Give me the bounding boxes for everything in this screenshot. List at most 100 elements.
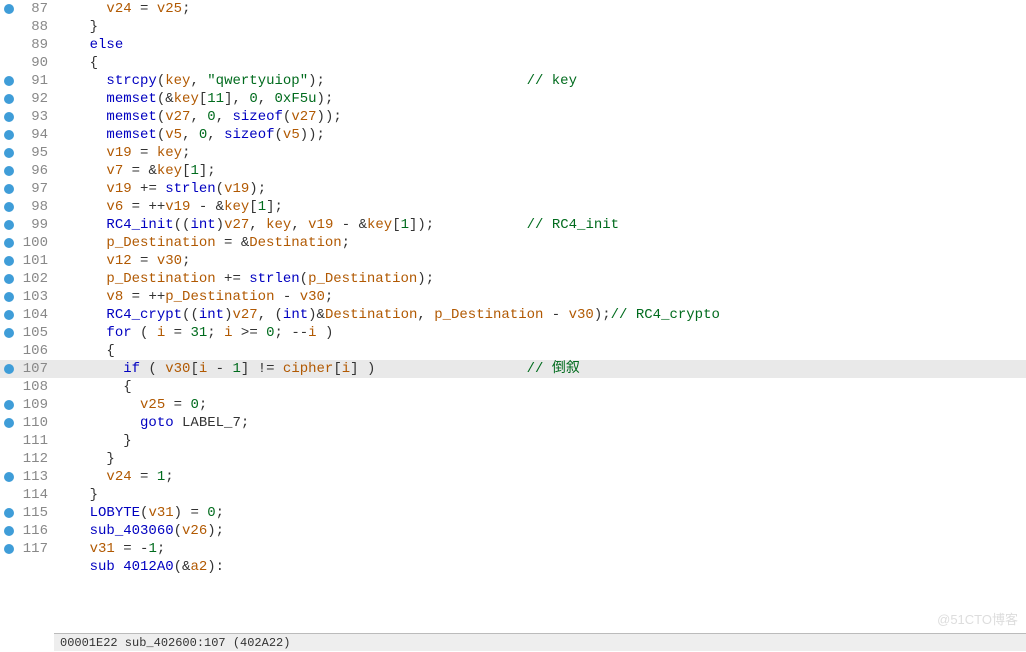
code-line[interactable]: 97 v19 += strlen(v19); xyxy=(0,180,1026,198)
code-text[interactable]: strcpy(key, "qwertyuiop"); // key xyxy=(54,72,1026,90)
code-text[interactable]: v12 = v30; xyxy=(54,252,1026,270)
breakpoint-gutter[interactable] xyxy=(0,202,18,212)
breakpoint-icon xyxy=(4,472,14,482)
code-line[interactable]: 110 goto LABEL_7; xyxy=(0,414,1026,432)
code-line[interactable]: 98 v6 = ++v19 - &key[1]; xyxy=(0,198,1026,216)
breakpoint-gutter[interactable] xyxy=(0,76,18,86)
code-text[interactable]: { xyxy=(54,54,1026,72)
line-number: 112 xyxy=(18,450,54,468)
code-line[interactable]: 111 } xyxy=(0,432,1026,450)
breakpoint-gutter[interactable] xyxy=(0,112,18,122)
code-text[interactable]: v24 = 1; xyxy=(54,468,1026,486)
code-line[interactable]: 89 else xyxy=(0,36,1026,54)
breakpoint-gutter[interactable] xyxy=(0,238,18,248)
code-text[interactable]: v6 = ++v19 - &key[1]; xyxy=(54,198,1026,216)
code-text[interactable]: v8 = ++p_Destination - v30; xyxy=(54,288,1026,306)
code-line[interactable]: 91 strcpy(key, "qwertyuiop"); // key xyxy=(0,72,1026,90)
line-number: 111 xyxy=(18,432,54,450)
code-line[interactable]: 106 { xyxy=(0,342,1026,360)
code-line[interactable]: sub 4012A0(&a2): xyxy=(0,558,1026,576)
code-text[interactable]: p_Destination = &Destination; xyxy=(54,234,1026,252)
code-line[interactable]: 94 memset(v5, 0, sizeof(v5)); xyxy=(0,126,1026,144)
code-text[interactable]: v25 = 0; xyxy=(54,396,1026,414)
breakpoint-gutter[interactable] xyxy=(0,184,18,194)
breakpoint-gutter[interactable] xyxy=(0,400,18,410)
code-line[interactable]: 101 v12 = v30; xyxy=(0,252,1026,270)
line-number: 92 xyxy=(18,90,54,108)
breakpoint-gutter[interactable] xyxy=(0,94,18,104)
breakpoint-gutter[interactable] xyxy=(0,148,18,158)
breakpoint-icon xyxy=(4,112,14,122)
breakpoint-gutter[interactable] xyxy=(0,274,18,284)
code-text[interactable]: if ( v30[i - 1] != cipher[i] ) // 倒叙 xyxy=(54,360,1026,378)
code-text[interactable]: } xyxy=(54,486,1026,504)
code-line[interactable]: 109 v25 = 0; xyxy=(0,396,1026,414)
code-text[interactable]: goto LABEL_7; xyxy=(54,414,1026,432)
code-text[interactable]: sub 4012A0(&a2): xyxy=(54,558,1026,576)
code-line[interactable]: 87 v24 = v25; xyxy=(0,0,1026,18)
code-text[interactable]: } xyxy=(54,18,1026,36)
code-line[interactable]: 104 RC4_crypt((int)v27, (int)&Destinatio… xyxy=(0,306,1026,324)
breakpoint-gutter[interactable] xyxy=(0,256,18,266)
code-text[interactable]: { xyxy=(54,378,1026,396)
line-number: 102 xyxy=(18,270,54,288)
breakpoint-gutter[interactable] xyxy=(0,166,18,176)
breakpoint-gutter[interactable] xyxy=(0,220,18,230)
code-line[interactable]: 100 p_Destination = &Destination; xyxy=(0,234,1026,252)
breakpoint-gutter[interactable] xyxy=(0,418,18,428)
code-text[interactable]: memset(v27, 0, sizeof(v27)); xyxy=(54,108,1026,126)
code-text[interactable]: } xyxy=(54,432,1026,450)
code-line[interactable]: 105 for ( i = 31; i >= 0; --i ) xyxy=(0,324,1026,342)
code-line[interactable]: 90 { xyxy=(0,54,1026,72)
breakpoint-gutter[interactable] xyxy=(0,544,18,554)
code-line[interactable]: 99 RC4_init((int)v27, key, v19 - &key[1]… xyxy=(0,216,1026,234)
code-line[interactable]: 96 v7 = &key[1]; xyxy=(0,162,1026,180)
code-text[interactable]: v19 += strlen(v19); xyxy=(54,180,1026,198)
code-text[interactable]: { xyxy=(54,342,1026,360)
code-text[interactable]: RC4_init((int)v27, key, v19 - &key[1]); … xyxy=(54,216,1026,234)
code-line[interactable]: 112 } xyxy=(0,450,1026,468)
code-editor[interactable]: 87 v24 = v25;88 }89 else90 {91 strcpy(ke… xyxy=(0,0,1026,633)
code-text[interactable]: sub_403060(v26); xyxy=(54,522,1026,540)
code-line[interactable]: 116 sub_403060(v26); xyxy=(0,522,1026,540)
code-text[interactable]: memset(v5, 0, sizeof(v5)); xyxy=(54,126,1026,144)
code-line[interactable]: 88 } xyxy=(0,18,1026,36)
line-number: 87 xyxy=(18,0,54,18)
code-text[interactable]: LOBYTE(v31) = 0; xyxy=(54,504,1026,522)
breakpoint-gutter[interactable] xyxy=(0,310,18,320)
breakpoint-icon xyxy=(4,274,14,284)
code-line[interactable]: 114 } xyxy=(0,486,1026,504)
code-text[interactable]: v31 = -1; xyxy=(54,540,1026,558)
code-text[interactable]: for ( i = 31; i >= 0; --i ) xyxy=(54,324,1026,342)
code-text[interactable]: RC4_crypt((int)v27, (int)&Destination, p… xyxy=(54,306,1026,324)
breakpoint-gutter[interactable] xyxy=(0,472,18,482)
breakpoint-gutter[interactable] xyxy=(0,328,18,338)
code-line[interactable]: 115 LOBYTE(v31) = 0; xyxy=(0,504,1026,522)
code-line[interactable]: 108 { xyxy=(0,378,1026,396)
code-line[interactable]: 113 v24 = 1; xyxy=(0,468,1026,486)
line-number: 117 xyxy=(18,540,54,558)
breakpoint-gutter[interactable] xyxy=(0,364,18,374)
breakpoint-gutter[interactable] xyxy=(0,130,18,140)
code-text[interactable]: memset(&key[11], 0, 0xF5u); xyxy=(54,90,1026,108)
line-number: 89 xyxy=(18,36,54,54)
code-text[interactable]: v7 = &key[1]; xyxy=(54,162,1026,180)
breakpoint-gutter[interactable] xyxy=(0,526,18,536)
breakpoint-gutter[interactable] xyxy=(0,292,18,302)
code-line[interactable]: 93 memset(v27, 0, sizeof(v27)); xyxy=(0,108,1026,126)
code-text[interactable]: p_Destination += strlen(p_Destination); xyxy=(54,270,1026,288)
breakpoint-icon xyxy=(4,292,14,302)
code-text[interactable]: else xyxy=(54,36,1026,54)
code-text[interactable]: v19 = key; xyxy=(54,144,1026,162)
code-line[interactable]: 117 v31 = -1; xyxy=(0,540,1026,558)
code-text[interactable]: } xyxy=(54,450,1026,468)
code-text[interactable]: v24 = v25; xyxy=(54,0,1026,18)
code-line[interactable]: 103 v8 = ++p_Destination - v30; xyxy=(0,288,1026,306)
code-line[interactable]: 95 v19 = key; xyxy=(0,144,1026,162)
breakpoint-gutter[interactable] xyxy=(0,4,18,14)
breakpoint-gutter[interactable] xyxy=(0,508,18,518)
line-number: 101 xyxy=(18,252,54,270)
code-line[interactable]: 107 if ( v30[i - 1] != cipher[i] ) // 倒叙 xyxy=(0,360,1026,378)
code-line[interactable]: 102 p_Destination += strlen(p_Destinatio… xyxy=(0,270,1026,288)
code-line[interactable]: 92 memset(&key[11], 0, 0xF5u); xyxy=(0,90,1026,108)
